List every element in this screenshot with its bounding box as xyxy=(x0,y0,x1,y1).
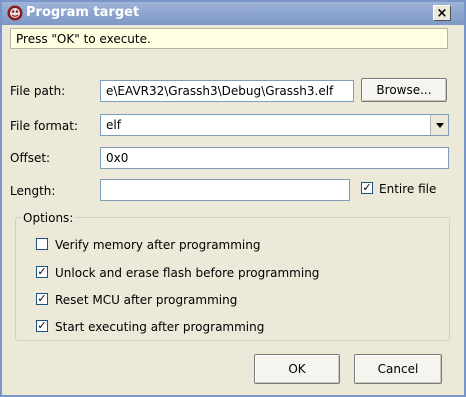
title-bar[interactable]: Program target × xyxy=(2,2,464,25)
file-format-value: elf xyxy=(106,118,121,132)
unlock-erase-label: Unlock and erase flash before programmin… xyxy=(55,266,320,280)
file-path-input[interactable]: e\EAVR32\Grassh3\Debug\Grassh3.elf xyxy=(100,80,354,102)
window-title: Program target xyxy=(26,5,140,20)
unlock-erase-checkbox[interactable]: ✓ xyxy=(36,266,48,278)
offset-input[interactable]: 0x0 xyxy=(100,147,449,169)
length-label: Length: xyxy=(10,184,56,198)
cancel-button[interactable]: Cancel xyxy=(354,354,442,384)
reset-mcu-label: Reset MCU after programming xyxy=(55,293,238,307)
close-button[interactable]: × xyxy=(433,5,451,21)
start-executing-checkbox[interactable]: ✓ xyxy=(36,320,48,332)
length-input[interactable] xyxy=(100,179,350,201)
ok-button[interactable]: OK xyxy=(254,354,340,384)
start-executing-label: Start executing after programming xyxy=(55,320,265,334)
file-path-label: File path: xyxy=(10,84,66,98)
chevron-down-icon[interactable] xyxy=(430,115,448,135)
verify-memory-label: Verify memory after programming xyxy=(55,238,261,252)
program-target-dialog: Program target × Press "OK" to execute. … xyxy=(0,0,466,397)
reset-mcu-checkbox[interactable]: ✓ xyxy=(36,293,48,305)
options-legend: Options: xyxy=(21,211,76,225)
offset-label: Offset: xyxy=(10,151,51,165)
close-icon: × xyxy=(436,6,448,21)
app-logo-icon xyxy=(7,5,23,21)
file-format-label: File format: xyxy=(10,119,78,133)
browse-button[interactable]: Browse... xyxy=(361,78,447,102)
verify-memory-checkbox[interactable] xyxy=(36,238,48,250)
entire-file-label: Entire file xyxy=(379,182,437,196)
file-format-select[interactable]: elf xyxy=(100,114,449,136)
entire-file-checkbox[interactable]: ✓ xyxy=(361,182,373,194)
status-message: Press "OK" to execute. xyxy=(10,28,448,49)
